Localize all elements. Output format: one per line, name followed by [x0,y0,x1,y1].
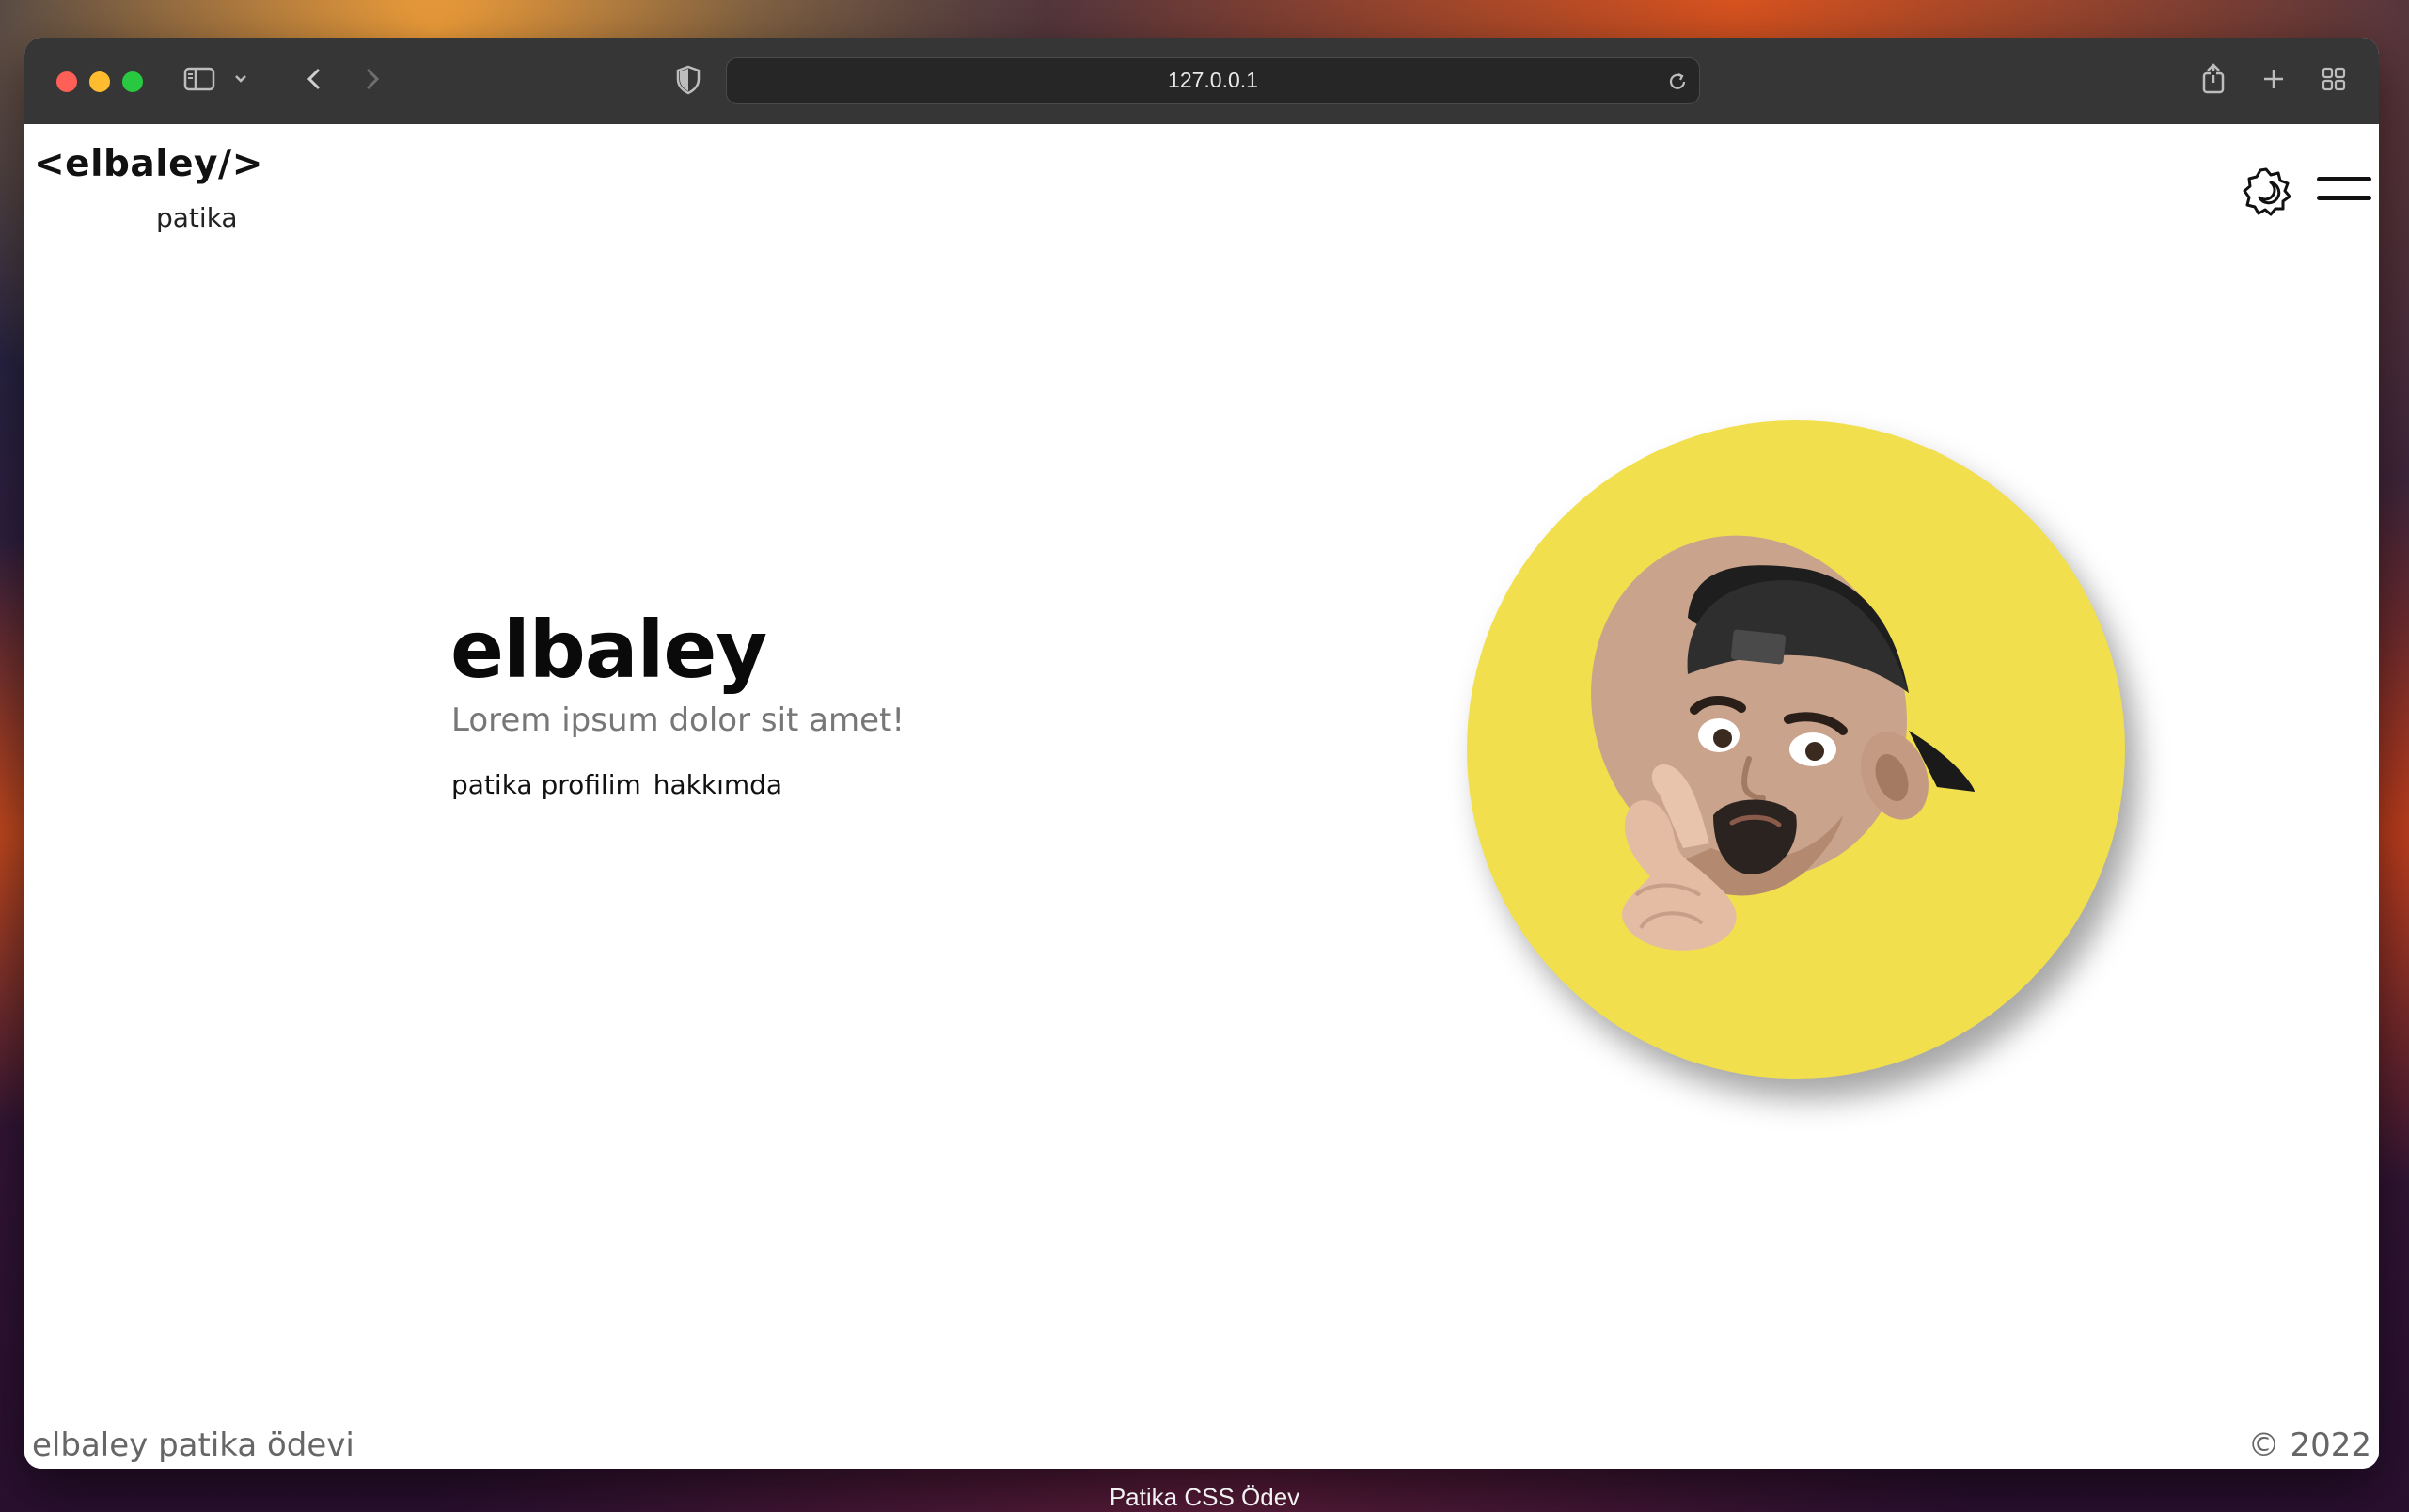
browser-toolbar: 127.0.0.1 [24,38,2379,125]
site-logo[interactable]: <elbaley/> [34,143,263,185]
privacy-shield-icon[interactable] [673,63,703,97]
new-tab-icon[interactable] [2259,64,2289,94]
address-bar[interactable]: 127.0.0.1 [726,57,1700,104]
share-icon[interactable] [2198,60,2228,98]
theme-toggle-icon[interactable] [2240,165,2292,218]
browser-window: 127.0.0.1 <elbaley/> patika elbaley Lore… [24,38,2379,1469]
page-content: <elbaley/> patika elbaley Lorem ipsum do… [24,124,2379,1469]
avatar [1467,420,2125,1079]
minimize-window-button[interactable] [89,71,110,92]
forward-arrow-icon[interactable] [361,64,384,94]
hero-title: elbaley [450,604,767,696]
url-text: 127.0.0.1 [1168,68,1258,92]
zoom-window-button[interactable] [122,71,143,92]
hero-links: patika profilim hakkımda [451,769,782,800]
site-logo-subtitle: patika [156,202,238,233]
about-link[interactable]: hakkımda [653,769,782,800]
footer-credit: elbaley patika ödevi [32,1426,354,1464]
footer-copyright: © 2022 [2247,1426,2371,1464]
close-window-button[interactable] [56,71,77,92]
back-arrow-icon[interactable] [303,64,325,94]
memoji-avatar-illustration [1591,535,1975,951]
hamburger-menu-icon[interactable] [2317,173,2371,205]
patika-profile-link[interactable]: patika profilim [451,769,641,800]
reload-icon[interactable] [1665,70,1690,94]
sidebar-toggle-icon[interactable] [182,64,216,94]
hero-subtitle: Lorem ipsum dolor sit amet! [451,701,905,739]
tab-overview-icon[interactable] [2319,64,2349,94]
chevron-down-icon[interactable] [231,70,250,88]
window-title-caption: Patika CSS Ödev [1109,1483,1300,1511]
